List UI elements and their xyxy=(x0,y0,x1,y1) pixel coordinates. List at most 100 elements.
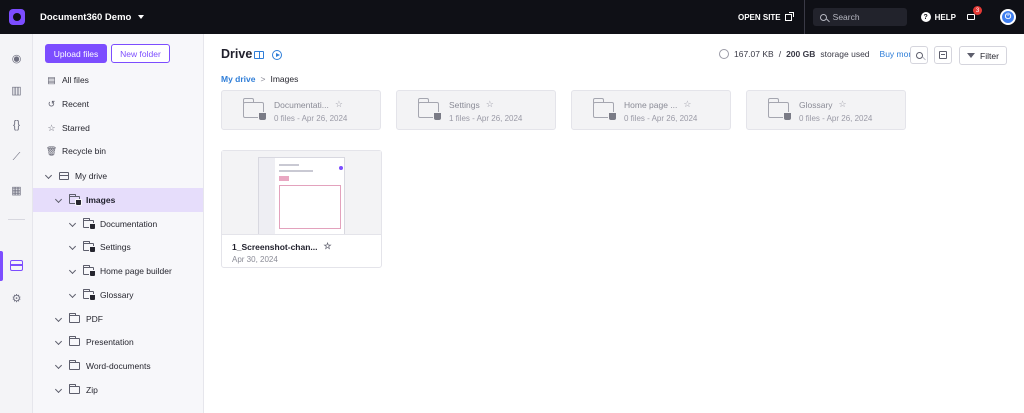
breadcrumb-current: Images xyxy=(270,74,299,84)
settings-gear-icon[interactable]: ⚙ xyxy=(10,292,23,305)
locked-folder-icon xyxy=(83,265,96,277)
calendar-button[interactable] xyxy=(934,46,952,64)
tree-pdf-label: PDF xyxy=(86,314,103,324)
filter-icon xyxy=(967,53,976,58)
folder-name: Documentati... xyxy=(274,99,329,110)
document360-logo[interactable] xyxy=(0,0,34,34)
chevron-down-icon[interactable] xyxy=(69,244,76,251)
tree-settings[interactable]: Settings xyxy=(33,235,203,259)
tree-home-page-builder-label: Home page builder xyxy=(100,266,172,276)
notifications-button[interactable]: 3 xyxy=(966,6,982,23)
open-site-link[interactable]: OPEN SITE xyxy=(738,0,805,34)
tree-presentation-label: Presentation xyxy=(86,337,134,347)
chevron-down-icon[interactable] xyxy=(55,316,62,323)
locked-folder-icon xyxy=(592,98,617,121)
nav-all-files-label: All files xyxy=(62,75,89,85)
star-icon[interactable]: ☆ xyxy=(683,99,691,110)
book-icon[interactable] xyxy=(254,51,264,59)
filter-button[interactable]: Filter xyxy=(959,46,1007,65)
external-link-icon xyxy=(784,11,794,21)
help-label: HELP xyxy=(934,12,956,22)
file-card-screenshot[interactable]: 1_Screenshot-chan... ☆ Apr 30, 2024 xyxy=(221,150,382,268)
chevron-down-icon[interactable] xyxy=(55,363,62,370)
page-title: Drive xyxy=(221,47,253,61)
rail-divider xyxy=(8,219,25,220)
upload-files-button[interactable]: Upload files xyxy=(45,44,107,63)
star-icon[interactable]: ☆ xyxy=(839,99,847,110)
widgets-icon[interactable]: ▦ xyxy=(10,184,23,197)
library-icon[interactable]: ▥ xyxy=(10,84,23,97)
folder-card-home-page[interactable]: Home page ... ☆ 0 files - Apr 26, 2024 xyxy=(571,90,731,130)
chevron-down-icon[interactable] xyxy=(45,173,52,180)
chevron-down-icon[interactable] xyxy=(55,339,62,346)
tree-images[interactable]: Images xyxy=(33,188,203,212)
nav-all-files[interactable]: ▤ All files xyxy=(47,73,89,87)
folder-icon xyxy=(69,360,80,370)
locked-folder-icon xyxy=(83,289,96,301)
folder-icon xyxy=(69,336,80,346)
nav-recent[interactable]: ↺ Recent xyxy=(47,97,89,111)
project-switcher[interactable]: Document360 Demo xyxy=(40,12,145,23)
drive-sidebar: Upload files New folder ▤ All files ↺ Re… xyxy=(33,34,204,413)
analytics-icon[interactable]: ⟋ xyxy=(10,151,23,164)
search-button[interactable] xyxy=(910,46,928,64)
folder-card-glossary[interactable]: Glossary ☆ 0 files - Apr 26, 2024 xyxy=(746,90,906,130)
storage-used: 167.07 KB xyxy=(734,49,774,59)
locked-folder-icon xyxy=(242,98,267,121)
folder-card-settings[interactable]: Settings ☆ 1 files - Apr 26, 2024 xyxy=(396,90,556,130)
nav-recent-label: Recent xyxy=(62,99,89,109)
folders-icon: ▤ xyxy=(47,74,56,85)
chevron-down-icon[interactable] xyxy=(55,197,62,204)
file-thumbnail xyxy=(222,151,381,235)
star-icon[interactable]: ☆ xyxy=(335,99,343,110)
star-icon[interactable]: ☆ xyxy=(486,99,494,110)
knowledge-base-icon[interactable]: ◉ xyxy=(10,52,23,65)
drive-icon xyxy=(59,172,69,180)
folder-name: Settings xyxy=(449,99,480,110)
trash-icon: 🗑 xyxy=(45,145,58,156)
new-folder-button[interactable]: New folder xyxy=(111,44,170,63)
star-icon[interactable]: ☆ xyxy=(324,241,332,252)
search-input[interactable]: Search xyxy=(812,8,907,26)
nav-recycle-bin[interactable]: 🗑 Recycle bin xyxy=(45,144,106,158)
folder-icon xyxy=(69,313,80,323)
nav-starred[interactable]: ☆ Starred xyxy=(47,121,90,135)
folder-card-documentation[interactable]: Documentati... ☆ 0 files - Apr 26, 2024 xyxy=(221,90,381,130)
top-bar: Document360 Demo OPEN SITE Search ? HELP… xyxy=(0,0,1024,34)
locked-folder-icon xyxy=(767,98,792,121)
tree-home-page-builder[interactable]: Home page builder xyxy=(33,259,203,283)
filter-label: Filter xyxy=(980,50,999,61)
folder-icon xyxy=(69,384,80,394)
notification-badge: 3 xyxy=(973,6,982,15)
breadcrumb: My drive > Images xyxy=(221,74,298,84)
storage-ring-icon xyxy=(719,49,729,59)
chevron-down-icon[interactable] xyxy=(55,387,62,394)
tree-glossary[interactable]: Glossary xyxy=(33,283,203,307)
file-date: Apr 30, 2024 xyxy=(232,255,278,264)
locked-folder-icon xyxy=(417,98,442,121)
tree-pdf[interactable]: PDF xyxy=(33,307,203,331)
storage-suffix: storage used xyxy=(820,49,870,59)
user-power-button[interactable]: ⏻ xyxy=(1000,9,1016,25)
chevron-down-icon[interactable] xyxy=(69,268,76,275)
locked-folder-icon xyxy=(83,241,96,253)
tree-my-drive-label: My drive xyxy=(75,171,108,181)
tree-zip[interactable]: Zip xyxy=(33,378,203,402)
breadcrumb-my-drive[interactable]: My drive xyxy=(221,74,256,84)
drive-nav-active[interactable] xyxy=(0,251,33,281)
nav-starred-label: Starred xyxy=(62,123,90,133)
tree-word-documents[interactable]: Word-documents xyxy=(33,354,203,378)
tree-documentation[interactable]: Documentation xyxy=(33,212,203,236)
api-icon[interactable]: {} xyxy=(10,118,23,131)
logo-icon xyxy=(9,9,25,25)
tree-my-drive[interactable]: My drive xyxy=(33,164,203,188)
storage-total: 200 GB xyxy=(786,49,816,59)
chevron-down-icon[interactable] xyxy=(69,292,76,299)
play-video-icon[interactable] xyxy=(272,50,282,60)
icon-rail: ◉ ▥ {} ⟋ ▦ ⚙ xyxy=(0,34,33,413)
help-button[interactable]: ? HELP xyxy=(920,12,956,22)
tree-images-label: Images xyxy=(86,195,116,205)
tree-presentation[interactable]: Presentation xyxy=(33,330,203,354)
chevron-down-icon[interactable] xyxy=(69,221,76,228)
locked-folder-icon xyxy=(69,194,82,206)
